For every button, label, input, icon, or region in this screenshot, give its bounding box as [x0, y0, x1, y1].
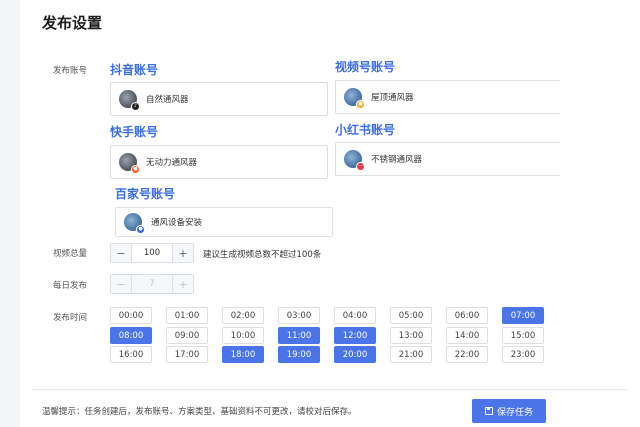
time-slot[interactable]: 07:00: [502, 307, 544, 324]
time-slot[interactable]: 10:00: [222, 327, 264, 344]
douyin-badge-icon: ♪: [131, 102, 140, 111]
time-slot[interactable]: 15:00: [502, 327, 544, 344]
platform-baijiahao-title: 百家号账号: [115, 187, 176, 201]
baijiahao-badge-icon: ●: [136, 225, 145, 234]
time-slot[interactable]: 14:00: [446, 327, 488, 344]
time-slot[interactable]: 05:00: [390, 307, 432, 324]
time-slot[interactable]: 11:00: [278, 327, 320, 344]
account-name: 不锈钢通风器: [371, 155, 423, 165]
platform-shipinhao-title: 视频号账号: [335, 60, 396, 74]
increment-button[interactable]: +: [173, 275, 193, 293]
publish-time-label: 发布时间: [53, 313, 88, 323]
avatar: ●: [124, 213, 145, 234]
daily-publish-input[interactable]: 7: [131, 275, 173, 293]
platform-xiaohongshu-title: 小红书账号: [335, 123, 396, 137]
total-videos-label: 视频总量: [53, 249, 88, 259]
footer-divider: [32, 389, 628, 390]
time-slot[interactable]: 01:00: [166, 307, 208, 324]
kuaishou-badge-icon: ●: [131, 165, 140, 174]
avatar: ●: [119, 153, 140, 174]
daily-publish-label: 每日发布: [53, 281, 88, 291]
footer-tip: 温馨提示：任务创建后，发布账号、方案类型、基础资料不可更改，请校对后保存。: [42, 407, 357, 417]
time-slot[interactable]: 03:00: [278, 307, 320, 324]
account-card-xiaohongshu[interactable]: — 不锈钢通风器: [335, 142, 560, 176]
time-slot[interactable]: 21:00: [390, 346, 432, 363]
account-name: 通风设备安装: [151, 218, 203, 228]
time-slot[interactable]: 19:00: [278, 346, 320, 363]
account-card-shipinhao[interactable]: ● 屋顶通风器: [335, 80, 560, 114]
increment-button[interactable]: +: [173, 244, 193, 262]
shipinhao-badge-icon: ●: [356, 100, 365, 109]
avatar: —: [344, 150, 365, 171]
total-videos-hint: 建议生成视频总数不超过100条: [203, 250, 322, 260]
avatar: ♪: [119, 90, 140, 111]
account-card-kuaishou[interactable]: ● 无动力通风器: [110, 145, 328, 179]
daily-publish-stepper: − 7 +: [110, 274, 194, 294]
time-slot[interactable]: 09:00: [166, 327, 208, 344]
account-name: 自然通风器: [146, 95, 189, 105]
settings-panel: 发布设置 发布账号 抖音账号 ♪ 自然通风器 视频号账号 ● 屋顶通风器 快手账…: [20, 0, 640, 427]
account-name: 无动力通风器: [146, 158, 198, 168]
account-card-baijiahao[interactable]: ● 通风设备安装: [115, 207, 333, 237]
time-slot[interactable]: 23:00: [502, 346, 544, 363]
total-videos-input[interactable]: 100: [131, 244, 173, 262]
time-slot[interactable]: 16:00: [110, 346, 152, 363]
time-slot[interactable]: 12:00: [334, 327, 376, 344]
save-task-button[interactable]: 保存任务: [472, 399, 546, 423]
time-slot[interactable]: 17:00: [166, 346, 208, 363]
time-slot[interactable]: 00:00: [110, 307, 152, 324]
time-slot[interactable]: 22:00: [446, 346, 488, 363]
time-slot[interactable]: 20:00: [334, 346, 376, 363]
account-name: 屋顶通风器: [371, 93, 414, 103]
save-icon: [484, 407, 493, 415]
time-slot[interactable]: 02:00: [222, 307, 264, 324]
xiaohongshu-badge-icon: —: [356, 162, 365, 171]
page-title: 发布设置: [42, 14, 103, 32]
time-slot[interactable]: 08:00: [110, 327, 152, 344]
decrement-button[interactable]: −: [111, 275, 131, 293]
account-card-douyin[interactable]: ♪ 自然通风器: [110, 82, 328, 116]
avatar: ●: [344, 88, 365, 109]
platform-kuaishou-title: 快手账号: [110, 125, 159, 139]
time-slot[interactable]: 04:00: [334, 307, 376, 324]
platform-douyin-title: 抖音账号: [110, 63, 159, 77]
time-slot[interactable]: 18:00: [222, 346, 264, 363]
decrement-button[interactable]: −: [111, 244, 131, 262]
accounts-label: 发布账号: [53, 66, 88, 76]
save-button-label: 保存任务: [496, 407, 533, 418]
time-slot[interactable]: 06:00: [446, 307, 488, 324]
time-slot[interactable]: 13:00: [390, 327, 432, 344]
total-videos-stepper: − 100 +: [110, 243, 194, 263]
